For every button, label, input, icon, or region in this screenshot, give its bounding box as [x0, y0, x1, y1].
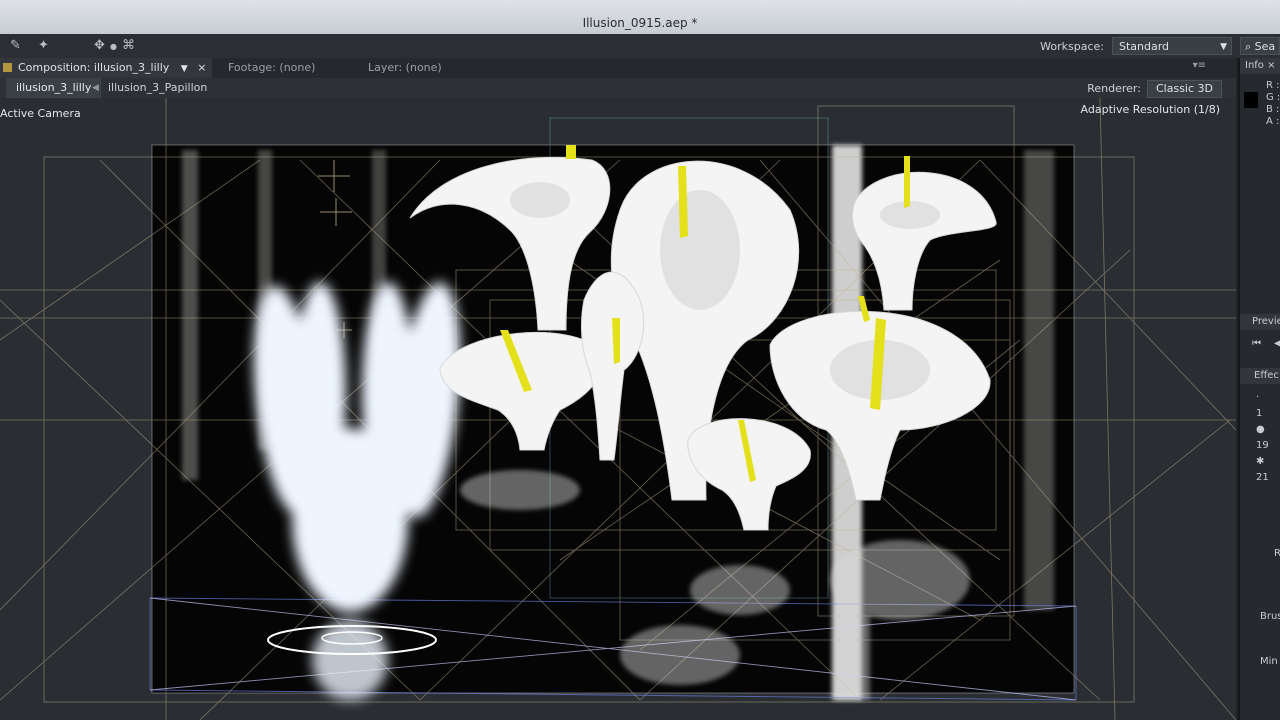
renderer-button[interactable]: Classic 3D [1146, 80, 1222, 98]
window-titlebar: Illusion_0915.aep * [0, 0, 1280, 34]
rgba-readout: R : G : B : A : [1266, 80, 1280, 128]
comp-lock-icon[interactable] [3, 63, 12, 72]
effects-panel-header[interactable]: Effec [1240, 368, 1280, 384]
active-camera-label[interactable]: Active Camera [0, 107, 81, 120]
brush-size-19[interactable]: 19 [1256, 440, 1280, 456]
radius-label: R [1274, 548, 1280, 559]
workspace-controls: Workspace: Standard ▼ ⌕ Sea [1040, 36, 1280, 56]
chevron-down-icon: ▼ [1220, 42, 1227, 52]
brush-label: Brus [1260, 611, 1280, 622]
help-search-input[interactable]: ⌕ Sea [1240, 37, 1280, 55]
comp-breadcrumb: illusion_3_lilly ◀ illusion_3_Papillon R… [0, 78, 1236, 98]
breadcrumb-arrow-icon: ◀ [92, 83, 99, 93]
workspace-dropdown[interactable]: Standard ▼ [1112, 37, 1232, 55]
brush-tool-icon[interactable]: ✎ [10, 38, 21, 53]
chevron-down-icon[interactable]: ▼ [181, 64, 188, 74]
close-icon[interactable]: × [1267, 60, 1275, 71]
search-icon: ⌕ [1245, 40, 1252, 53]
min-label: Min [1260, 656, 1278, 667]
channel-a: A : [1266, 116, 1280, 127]
tools-toolbar: ✎ ✦ ✥ ● ⌘ Workspace: Standard ▼ ⌕ Sea [0, 34, 1280, 59]
tab-composition[interactable]: Composition: illusion_3_lilly ▼ × [0, 58, 213, 78]
preview-panel-header[interactable]: Previe [1240, 314, 1280, 330]
renderer-label: Renderer: [1087, 82, 1141, 95]
tab-layer[interactable]: Layer: (none) [368, 61, 442, 74]
brush-dot-icon[interactable]: · [1256, 392, 1280, 408]
pin-tool-icon[interactable]: ✦ [38, 38, 49, 53]
color-swatch [1244, 92, 1258, 108]
brush-size-1[interactable]: 1 [1256, 408, 1280, 424]
prev-frame-icon[interactable]: ◀ [1274, 338, 1280, 349]
breadcrumb-current[interactable]: illusion_3_lilly [6, 78, 102, 98]
breadcrumb-parent[interactable]: illusion_3_Papillon [108, 78, 207, 98]
composition-canvas[interactable] [0, 98, 1236, 720]
move-axis-icon[interactable]: ✥ [94, 38, 105, 53]
brush-size-list: · 1 ● 19 ✱ 21 [1256, 392, 1280, 488]
info-panel-header[interactable]: Info × [1240, 58, 1280, 74]
channel-g: G : [1266, 92, 1280, 103]
brush-soft-icon[interactable]: ✱ [1256, 456, 1280, 472]
adaptive-resolution-label: Adaptive Resolution (1/8) [1080, 103, 1220, 116]
right-panel-stack: Info × R : G : B : A : Previe ⏮ ◀ Effec … [1238, 58, 1280, 720]
renderer-control: Renderer: Classic 3D [1087, 80, 1222, 98]
workspace-label: Workspace: [1040, 39, 1104, 53]
info-panel-title: Info [1245, 60, 1264, 71]
composition-viewer[interactable]: Active Camera Adaptive Resolution (1/8) [0, 98, 1236, 720]
brush-round-icon[interactable]: ● [1256, 424, 1280, 440]
view-axis-icon[interactable]: ⌘ [122, 38, 135, 53]
brush-size-21[interactable]: 21 [1256, 472, 1280, 488]
channel-b: B : [1266, 104, 1280, 115]
world-axis-icon[interactable]: ● [110, 42, 117, 51]
search-text: Sea [1254, 40, 1276, 53]
panel-menu-icon[interactable]: ▾≡ [1193, 60, 1206, 71]
channel-r: R : [1266, 80, 1280, 91]
viewer-tab-bar: Composition: illusion_3_lilly ▼ × Footag… [0, 58, 1236, 78]
comp-tab-label: Composition: illusion_3_lilly [18, 61, 170, 74]
close-icon[interactable]: × [197, 61, 206, 74]
workspace-value: Standard [1119, 40, 1170, 53]
first-frame-icon[interactable]: ⏮ [1252, 338, 1261, 349]
window-title: Illusion_0915.aep * [582, 16, 698, 30]
tab-footage[interactable]: Footage: (none) [228, 61, 315, 74]
